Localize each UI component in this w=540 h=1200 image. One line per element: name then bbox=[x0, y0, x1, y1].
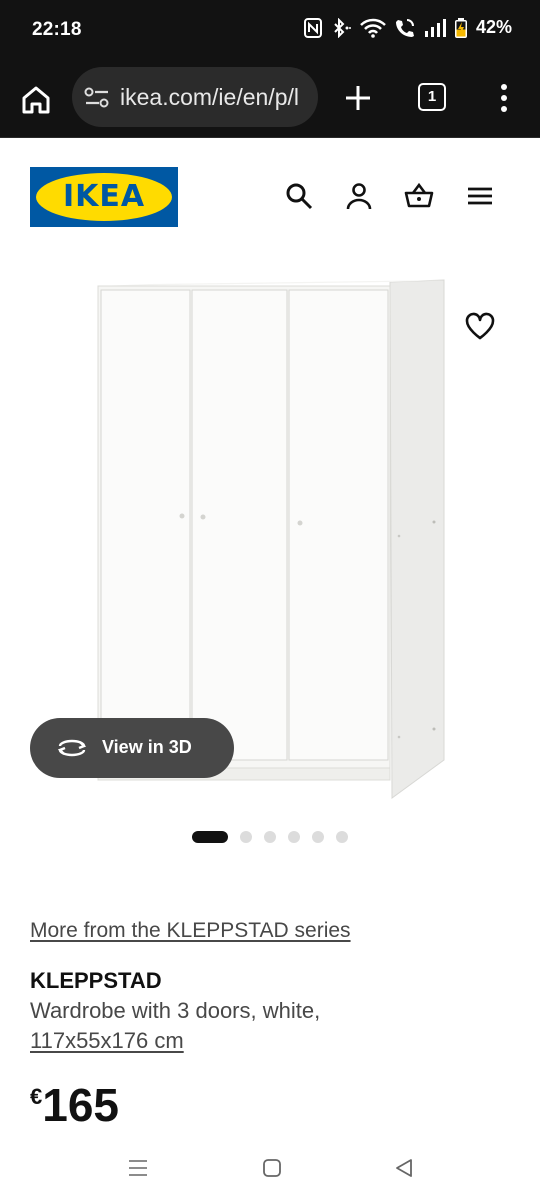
recents-icon[interactable] bbox=[128, 1158, 148, 1178]
basket-icon[interactable] bbox=[404, 181, 434, 211]
gallery-dot[interactable] bbox=[336, 831, 348, 843]
price-currency: € bbox=[30, 1084, 43, 1109]
more-vert-icon[interactable] bbox=[494, 80, 514, 116]
view-in-3d-button[interactable]: View in 3D bbox=[30, 718, 234, 778]
wifi-calling-icon bbox=[395, 18, 414, 37]
back-icon[interactable] bbox=[394, 1158, 414, 1178]
browser-toolbar: ikea.com/ie/en/p/l 1 bbox=[0, 62, 540, 138]
status-icons: 42% bbox=[303, 17, 512, 38]
url-text: ikea.com/ie/en/p/l bbox=[120, 84, 299, 110]
gallery-pagination bbox=[192, 830, 348, 844]
product-size-link[interactable]: 117x55x176 cm bbox=[30, 1028, 184, 1054]
hamburger-icon[interactable] bbox=[465, 181, 495, 211]
wifi-icon bbox=[360, 18, 386, 38]
tab-count: 1 bbox=[427, 88, 437, 105]
series-link[interactable]: More from the KLEPPSTAD series bbox=[30, 919, 351, 943]
status-bar: 22:18 42% bbox=[0, 0, 540, 62]
gallery-dot[interactable] bbox=[264, 831, 276, 843]
battery-percent: 42% bbox=[475, 17, 512, 37]
battery-charging-icon bbox=[454, 17, 467, 38]
signal-icon bbox=[424, 18, 446, 37]
nfc-icon bbox=[303, 17, 322, 38]
home-nav-icon[interactable] bbox=[262, 1158, 282, 1178]
product-price: €165 bbox=[30, 1078, 119, 1132]
heart-icon[interactable] bbox=[464, 310, 496, 342]
plus-icon[interactable] bbox=[340, 80, 376, 116]
site-header: IKEA bbox=[0, 139, 540, 249]
site-settings-icon[interactable] bbox=[84, 87, 110, 109]
price-amount: 165 bbox=[42, 1079, 119, 1131]
bluetooth-icon bbox=[334, 17, 351, 38]
home-icon[interactable] bbox=[18, 82, 54, 118]
user-icon[interactable] bbox=[344, 181, 374, 211]
status-time: 22:18 bbox=[32, 19, 82, 40]
system-nav-bar bbox=[0, 1140, 540, 1200]
logo-text: IKEA bbox=[62, 179, 146, 214]
product-name: KLEPPSTAD bbox=[30, 968, 162, 993]
gallery-dot[interactable] bbox=[288, 831, 300, 843]
address-bar[interactable]: ikea.com/ie/en/p/l bbox=[72, 67, 318, 127]
gallery-dot[interactable] bbox=[240, 831, 252, 843]
search-icon[interactable] bbox=[284, 181, 314, 211]
ikea-logo[interactable]: IKEA bbox=[30, 167, 178, 227]
product-description: Wardrobe with 3 doors, white, bbox=[30, 998, 321, 1023]
gallery-dot[interactable] bbox=[312, 831, 324, 843]
tabs-icon[interactable]: 1 bbox=[418, 83, 446, 111]
gallery-dot[interactable] bbox=[192, 831, 228, 843]
view-in-3d-label: View in 3D bbox=[102, 737, 192, 757]
rotate-3d-icon bbox=[57, 739, 87, 757]
